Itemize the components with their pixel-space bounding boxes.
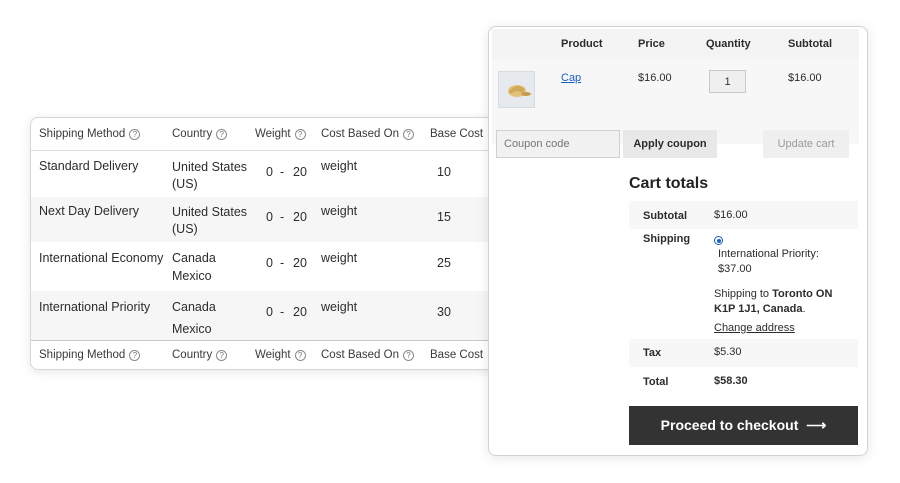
cost-based-on: weight — [321, 251, 358, 265]
subtotal-value: $16.00 — [714, 209, 748, 221]
shipping-destination-line-1: Shipping to Toronto ON — [714, 288, 833, 300]
subtotal-row: Subtotal $16.00 — [629, 201, 858, 229]
country-line-2: (US) — [172, 222, 198, 236]
country-line-1: Canada — [172, 251, 216, 265]
product-link-cap[interactable]: Cap — [561, 72, 581, 84]
item-subtotal: $16.00 — [788, 72, 822, 84]
coupon-code-input[interactable] — [496, 130, 620, 158]
total-label: Total — [643, 376, 669, 388]
weight-from: 0 — [266, 256, 273, 270]
footer-weight: Weight? — [255, 349, 306, 361]
proceed-to-checkout-button[interactable]: Proceed to checkout ⟶ — [629, 406, 858, 445]
cost-based-on: weight — [321, 300, 358, 314]
shipping-method-name: International Priority — [39, 300, 151, 314]
header-cost-based-on: Cost Based On? — [321, 128, 414, 140]
base-cost: 25 — [437, 256, 451, 270]
header-base-cost: Base Cost — [430, 128, 484, 140]
weight-dash: - — [280, 210, 285, 224]
shipping-method-name: International Economy — [39, 251, 164, 265]
base-cost: 10 — [437, 165, 451, 179]
help-icon[interactable]: ? — [294, 129, 306, 140]
subtotal-label: Subtotal — [643, 210, 687, 222]
table-row[interactable]: Standard Delivery United States (US) 0 -… — [31, 152, 529, 197]
weight-from: 0 — [266, 305, 273, 319]
header-weight: Weight? — [255, 128, 306, 140]
base-cost: 15 — [437, 210, 451, 224]
weight-dash: - — [280, 256, 285, 270]
header-subtotal: Subtotal — [788, 38, 832, 50]
header-price: Price — [638, 38, 665, 50]
country-line-2: Mexico — [172, 322, 212, 336]
header-shipping-method: Shipping Method? — [39, 128, 141, 140]
footer-cost-based-on: Cost Based On? — [321, 349, 414, 361]
footer-base-cost: Base Cost — [430, 349, 484, 361]
arrow-right-icon: ⟶ — [806, 417, 827, 433]
update-cart-button[interactable]: Update cart — [763, 130, 849, 158]
header-quantity: Quantity — [706, 38, 751, 50]
footer-country: Country? — [172, 349, 228, 361]
weight-to: 20 — [293, 256, 307, 270]
table-row[interactable]: Next Day Delivery United States (US) 0 -… — [31, 197, 529, 242]
country-line-1: United States — [172, 205, 248, 219]
cap-thumbnail-icon[interactable] — [498, 71, 535, 108]
help-icon[interactable]: ? — [129, 350, 141, 361]
item-price: $16.00 — [638, 72, 672, 84]
table-row[interactable]: International Priority Canada Mexico 0 -… — [31, 291, 529, 340]
cost-based-on: weight — [321, 159, 358, 173]
shipping-methods-table: Shipping Method? Country? Weight? Cost B… — [30, 117, 530, 370]
help-icon[interactable]: ? — [216, 129, 228, 140]
cost-based-on: weight — [321, 204, 358, 218]
weight-to: 20 — [293, 165, 307, 179]
help-icon[interactable]: ? — [402, 129, 414, 140]
footer-shipping-method: Shipping Method? — [39, 349, 141, 361]
apply-coupon-button[interactable]: Apply coupon — [623, 130, 717, 158]
tax-row: Tax $5.30 — [629, 339, 858, 367]
country-line-2: (US) — [172, 177, 198, 191]
weight-dash: - — [280, 165, 285, 179]
shipping-method-name: Next Day Delivery — [39, 204, 140, 218]
shipping-option-radio[interactable] — [714, 236, 723, 245]
tax-value: $5.30 — [714, 346, 742, 358]
shipping-destination-line-2: K1P 1J1, Canada. — [714, 303, 806, 315]
help-icon[interactable]: ? — [402, 350, 414, 361]
country-line-1: Canada — [172, 300, 216, 314]
help-icon[interactable]: ? — [129, 129, 141, 140]
weight-dash: - — [280, 305, 285, 319]
weight-to: 20 — [293, 305, 307, 319]
checkout-label: Proceed to checkout — [660, 417, 799, 433]
base-cost: 30 — [437, 305, 451, 319]
weight-from: 0 — [266, 210, 273, 224]
quantity-input[interactable] — [709, 70, 746, 93]
tax-label: Tax — [643, 347, 662, 359]
cart-totals-title: Cart totals — [629, 175, 709, 192]
total-row: Total $58.30 — [629, 367, 858, 397]
cart-panel: Product Price Quantity Subtotal Cap $16.… — [488, 26, 868, 456]
shipping-label: Shipping — [643, 233, 691, 245]
country-line-1: United States — [172, 160, 248, 174]
table-row[interactable]: International Economy Canada Mexico 0 - … — [31, 242, 529, 291]
country-line-2: Mexico — [172, 269, 212, 283]
weight-from: 0 — [266, 165, 273, 179]
header-product: Product — [561, 38, 603, 50]
total-value: $58.30 — [714, 375, 748, 387]
header-country: Country? — [172, 128, 228, 140]
shipping-method-name: Standard Delivery — [39, 159, 139, 173]
shipping-option-line-2: $37.00 — [718, 263, 752, 275]
table-header-row: Shipping Method? Country? Weight? Cost B… — [31, 118, 529, 151]
cart-table-header: Product Price Quantity Subtotal — [492, 29, 859, 59]
shipping-row: Shipping International Priority: $37.00 … — [629, 229, 858, 339]
shipping-option-line-1: International Priority: — [718, 248, 819, 260]
change-address-link[interactable]: Change address — [714, 321, 795, 336]
weight-to: 20 — [293, 210, 307, 224]
help-icon[interactable]: ? — [294, 350, 306, 361]
table-footer-row: Shipping Method? Country? Weight? Cost B… — [31, 340, 529, 369]
help-icon[interactable]: ? — [216, 350, 228, 361]
